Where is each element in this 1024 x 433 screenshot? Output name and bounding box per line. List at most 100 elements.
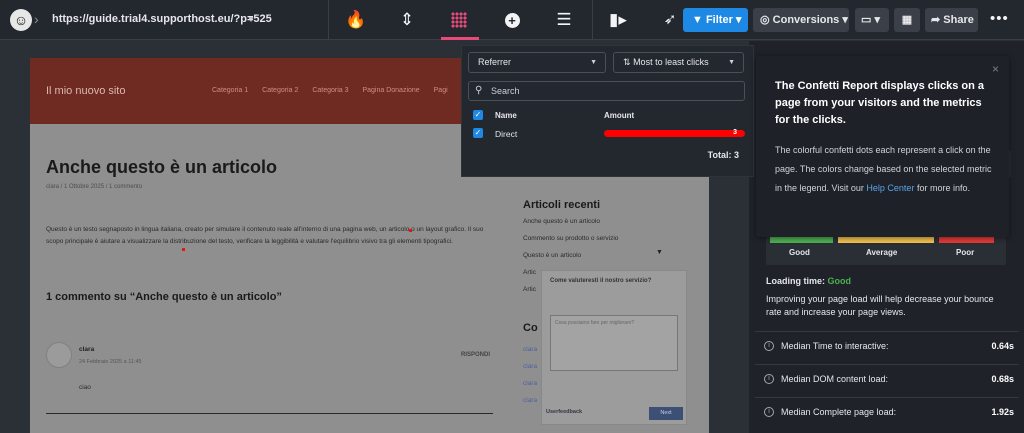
article-meta: clara / 1 Ottobre 2025 / 1 commento [46,184,143,190]
select-all-checkbox[interactable]: ✓ [473,110,483,120]
recordings-icon[interactable]: ▮▸ [605,8,631,32]
total-value: 3 [733,150,739,160]
info-icon[interactable]: i [764,341,774,351]
sidebar-link[interactable]: clara [523,346,537,363]
metric-value: 0.64s [991,341,1014,351]
sidebar-link[interactable]: clara [523,363,537,380]
metric-row: i Median Complete page load: 1.92s [755,397,1019,425]
calendar-button[interactable]: ▦ [894,8,920,32]
loading-description: Improving your page load will help decre… [766,294,994,317]
column-header-amount: Amount [604,111,635,120]
share-button[interactable]: ➦ Share [925,8,978,32]
device-button[interactable]: ▭ ▾ [855,8,889,32]
feedback-brand: Userfeedback [546,409,583,415]
active-mode-indicator [441,37,479,40]
info-icon[interactable]: i [764,407,774,417]
list-icon[interactable]: ☰ [551,8,577,32]
column-header-name: Name [495,111,517,120]
close-icon[interactable]: × [992,62,999,76]
comment-author: clara [79,346,95,353]
info-icon[interactable]: i [764,374,774,384]
site-title: Il mio nuovo sito [46,85,126,97]
amount-bar: 3 [604,129,745,137]
filter-label: Filter [705,14,733,26]
confetti-icon[interactable] [446,8,472,32]
search-icon: ⚲ [475,85,483,96]
comment-date: 24 Febbraio 2025 a 11:45 [79,359,142,365]
comment-text: ciao [79,384,91,391]
chevron-down-icon: ▼ [656,249,663,256]
search-input[interactable]: ⚲ Search [468,81,745,101]
comments-title: 1 commento su “Anche questo è un articol… [46,291,282,303]
sort-icon: ⇅ [623,57,631,67]
share-icon: ➦ [931,14,941,26]
nav-item[interactable]: Pagi [434,87,448,94]
more-options-icon[interactable]: ••• [990,10,1009,27]
nav-item[interactable]: Categoria 3 [312,87,348,94]
feedback-question: Come valuteresti il nostro servizio? [550,278,652,284]
metric-value: 1.92s [991,407,1014,417]
page-url[interactable]: https://guide.trial4.supporthost.eu/?p=5… [52,13,272,25]
share-label: Share [943,14,974,26]
row-checkbox[interactable]: ✓ [473,128,483,138]
toolbar: ☺ › https://guide.trial4.supporthost.eu/… [0,0,1024,40]
row-name: Direct [495,129,518,139]
chevron-down-icon: ▼ [590,59,597,66]
sidebar-title: Articoli recenti [523,199,601,211]
click-cursor-icon[interactable]: ➶ [657,8,683,32]
total: Total: 3 [708,150,739,160]
nav-item[interactable]: Pagina Donazione [362,87,419,94]
metric-row: i Median DOM content load: 0.68s [755,364,1019,392]
sidebar-link[interactable]: clara [523,380,537,397]
chevron-right-icon: › [34,11,39,27]
sidebar-link[interactable]: Questo è un articolo [523,252,618,269]
tooltip-body-text: for more info. [914,183,970,193]
tooltip-body: The colorful confetti dots each represen… [775,141,997,198]
app-logo[interactable]: ☺ [10,9,32,31]
divider [46,413,493,414]
target-icon: ◎ [760,14,770,26]
nav-item[interactable]: Categoria 1 [212,87,248,94]
sidebar-list: clara clara clara clara [523,346,537,414]
confetti-dot [409,229,412,232]
metric-label: Median DOM content load: [781,374,889,384]
loading-time: Loading time: Good [766,276,851,286]
total-label: Total: [707,150,732,160]
metric-label: Median Time to interactive: [781,341,889,351]
loading-time-value: Good [827,276,852,286]
avatar [46,342,72,368]
chevron-down-icon: ▼ [728,59,735,66]
feedback-widget: ▼ Come valuteresti il nostro servizio? C… [541,249,687,425]
scale-label-poor: Poor [956,248,975,257]
sidebar-title: Co [523,322,538,334]
article-title: Anche questo è un articolo [46,157,278,177]
metric-label: Median Complete page load: [781,407,897,417]
help-center-link[interactable]: Help Center [866,183,914,193]
confetti-info-tooltip: × The Confetti Report displays clicks on… [756,56,1009,237]
filter-button[interactable]: ▼ Filter ▾ [683,8,748,32]
sidebar-link[interactable]: Anche questo è un articolo [523,218,618,235]
heatmap-flame-icon[interactable]: 🔥 [343,8,369,32]
scale-label-good: Good [789,248,810,257]
metric-row: i Median Time to interactive: 0.64s [755,331,1019,359]
filter-popup: Referrer ▼ ⇅ Most to least clicks ▼ ⚲ Searc… [461,45,754,177]
filter-icon: ▼ [692,14,703,26]
sidebar-link[interactable]: Commento su prodotto o servizio [523,235,618,252]
chevron-down-icon[interactable]: ▼ [247,15,255,24]
feedback-next-button[interactable]: Next [649,407,683,420]
conversions-button[interactable]: ◎ Conversions ▾ [753,8,849,32]
article-body: Questo è un testo segnaposto in lingua i… [46,226,484,245]
amount-value: 3 [733,129,737,136]
sidebar-link[interactable]: clara [523,397,537,414]
nav-item[interactable]: Categoria 2 [262,87,298,94]
search-placeholder: Search [491,86,520,96]
sort-select[interactable]: ⇅ Most to least clicks ▼ [613,52,744,73]
site-nav: Categoria 1 Categoria 2 Categoria 3 Pagi… [212,87,460,94]
scrollmap-icon[interactable]: ⇕ [394,8,420,32]
reply-link[interactable]: RISPONDI [461,352,490,358]
divider [328,0,329,40]
feedback-textarea[interactable]: Cosa possiamo fare per migliorare? [550,315,678,371]
overlay-icon[interactable]: + [499,8,525,32]
conversions-label: Conversions [772,14,840,26]
referrer-select[interactable]: Referrer ▼ [468,52,606,73]
